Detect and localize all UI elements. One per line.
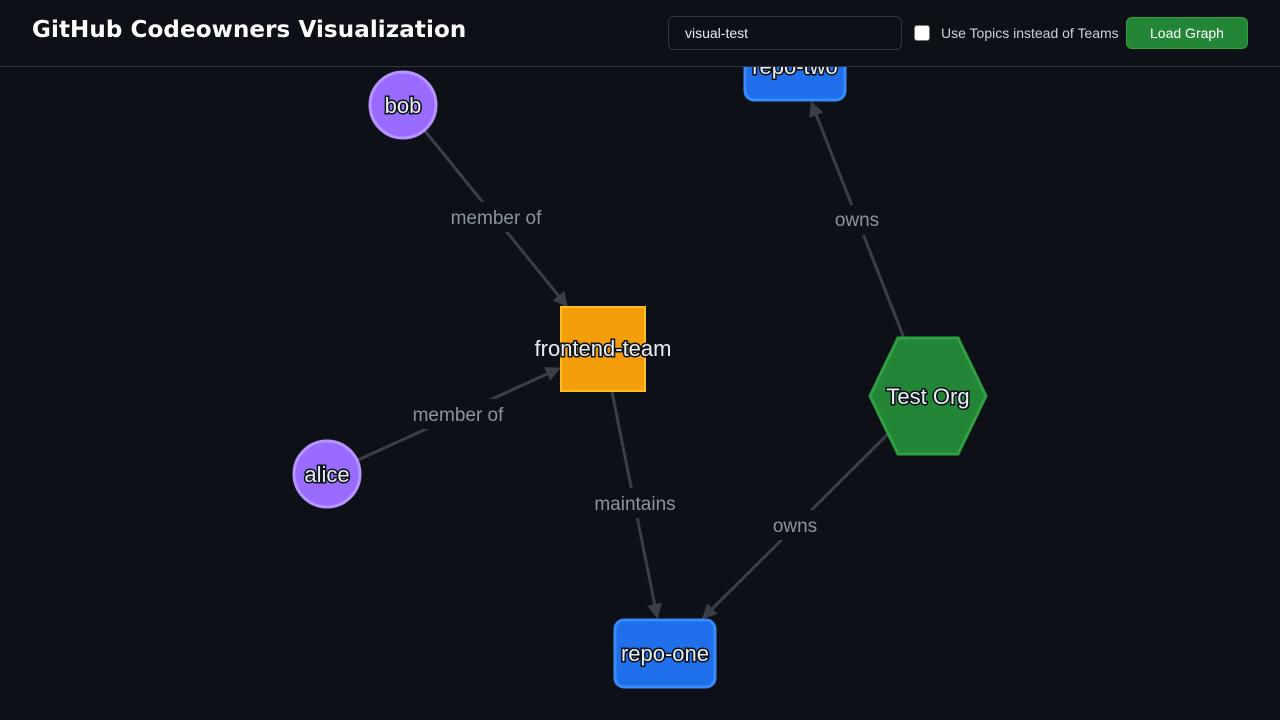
node-label: repo-one	[621, 641, 709, 666]
edge-label-member-of: member of	[413, 405, 505, 426]
graph-canvas[interactable]: member of member of maintains owns owns …	[0, 0, 1280, 720]
app-header: GitHub Codeowners Visualization Use Topi…	[0, 0, 1280, 67]
use-topics-checkbox[interactable]	[914, 25, 930, 41]
node-repo-repo-one[interactable]: repo-one	[613, 618, 717, 689]
node-label: Test Org	[886, 384, 969, 409]
node-user-alice[interactable]: alice	[292, 439, 362, 509]
edge-label-member-of: member of	[451, 208, 543, 229]
node-label: frontend-team	[535, 336, 672, 361]
node-team-frontend-team[interactable]: frontend-team	[533, 306, 673, 392]
org-input[interactable]	[668, 16, 902, 50]
load-graph-button[interactable]: Load Graph	[1126, 17, 1248, 49]
edge-label-owns: owns	[835, 210, 879, 231]
node-label: alice	[304, 462, 349, 487]
edge-label-owns: owns	[773, 516, 817, 537]
use-topics-label[interactable]: Use Topics instead of Teams	[941, 25, 1119, 41]
node-user-bob[interactable]: bob	[368, 70, 438, 140]
app-title: GitHub Codeowners Visualization	[32, 17, 467, 43]
edge-label-maintains: maintains	[594, 494, 675, 515]
node-label: bob	[385, 93, 422, 118]
